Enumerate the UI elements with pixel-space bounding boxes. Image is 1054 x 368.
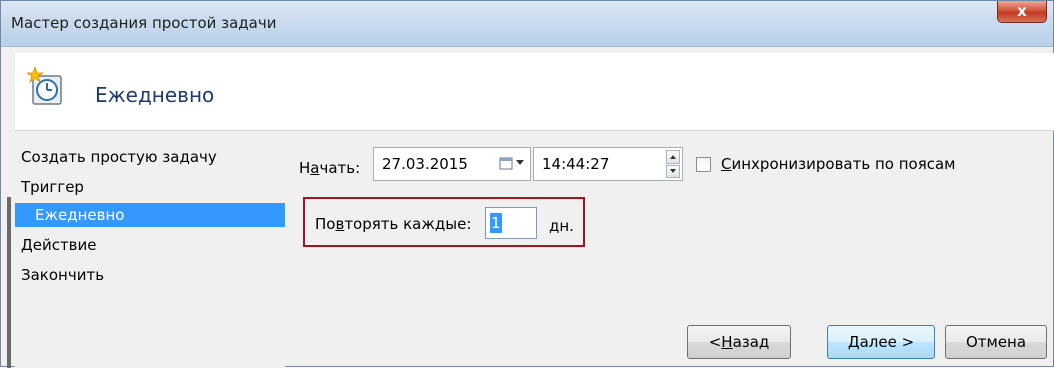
- start-date-picker[interactable]: 27.03.2015: [373, 147, 531, 181]
- nav-step-daily[interactable]: Ежедневно: [15, 203, 285, 227]
- repeat-days-value: 1: [490, 213, 502, 233]
- wizard-header: Ежедневно: [15, 53, 1054, 131]
- start-time-field[interactable]: 14:44:27: [533, 147, 683, 181]
- title-bar[interactable]: Мастер создания простой задачи x: [1, 1, 1053, 47]
- calendar-dropdown-icon[interactable]: [499, 156, 524, 170]
- time-spinner[interactable]: [666, 150, 680, 178]
- back-button[interactable]: < Назад: [687, 325, 791, 359]
- repeat-label: Повторять каждые:: [315, 215, 472, 233]
- nav-edge-divider: [7, 197, 11, 368]
- sync-timezones-checkbox[interactable]: [696, 157, 711, 172]
- task-clock-icon: [27, 67, 62, 105]
- sync-timezones-label[interactable]: Синхронизировать по поясам: [721, 155, 956, 173]
- spin-up-icon[interactable]: [666, 150, 680, 164]
- repeat-unit-label: дн.: [549, 217, 574, 235]
- nav-step-trigger[interactable]: Триггер: [21, 175, 84, 199]
- nav-step-action[interactable]: Действие: [21, 233, 97, 257]
- nav-step-create-task[interactable]: Создать простую задачу: [21, 145, 217, 169]
- close-icon: x: [1017, 2, 1027, 20]
- repeat-days-input[interactable]: 1: [485, 207, 537, 239]
- start-date-value: 27.03.2015: [382, 155, 468, 173]
- wizard-window: Мастер создания простой задачи x Ежеднев…: [0, 0, 1054, 368]
- next-button[interactable]: Далее >: [827, 325, 935, 359]
- close-button[interactable]: x: [997, 1, 1047, 23]
- page-title: Ежедневно: [95, 83, 215, 107]
- window-title: Мастер создания простой задачи: [11, 14, 277, 32]
- nav-step-finish[interactable]: Закончить: [21, 263, 104, 287]
- start-label: Начать:: [299, 159, 361, 177]
- spin-down-icon[interactable]: [666, 164, 680, 178]
- start-time-value: 14:44:27: [542, 155, 610, 173]
- cancel-button[interactable]: Отмена: [945, 325, 1047, 359]
